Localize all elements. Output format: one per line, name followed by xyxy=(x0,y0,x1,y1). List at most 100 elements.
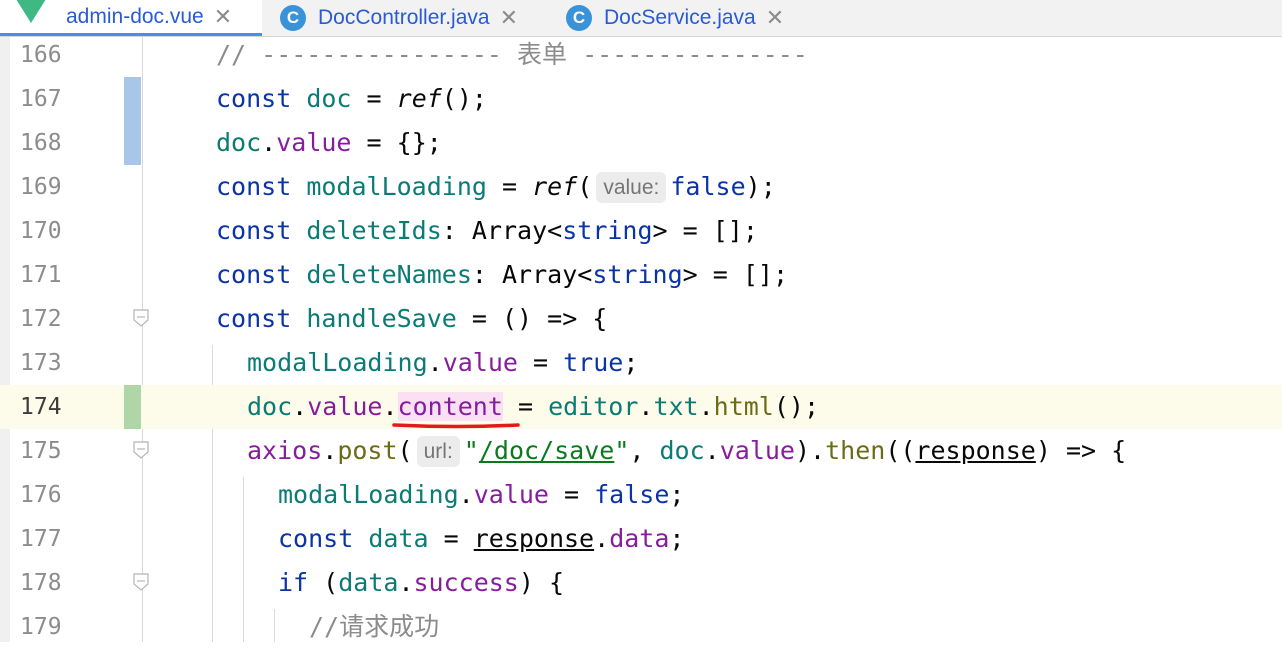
editor-tab-bar: admin-doc.vue ✕ C DocController.java ✕ C… xyxy=(0,0,1282,37)
parameter-hint: url: xyxy=(416,436,460,467)
function-name: ref xyxy=(532,172,578,201)
type-annotation: : Array< xyxy=(471,260,593,289)
fold-icon[interactable] xyxy=(133,573,149,591)
operator: = xyxy=(351,84,397,113)
punctuation: > = []; xyxy=(652,216,758,245)
keyword: false xyxy=(670,172,746,201)
code-editor[interactable]: 166 // ---------------- 表单 -------------… xyxy=(0,37,1282,642)
code-line-166[interactable]: 166 // ---------------- 表单 -------------… xyxy=(0,33,1282,77)
punctuation: . xyxy=(704,436,720,465)
punctuation: (); xyxy=(773,392,820,421)
keyword: const xyxy=(278,524,354,553)
property: value xyxy=(442,348,518,377)
tab-docservice-java[interactable]: C DocService.java ✕ xyxy=(566,0,816,36)
code-line-167[interactable]: 167 const doc = ref(); xyxy=(0,77,1282,121)
code-text: const deleteNames: Array<string> = []; xyxy=(216,253,788,297)
punctuation: ( xyxy=(577,172,593,201)
close-icon[interactable]: ✕ xyxy=(214,4,232,30)
code-line-175[interactable]: 175 axios.post(url: "/doc/save", doc.valu… xyxy=(0,429,1282,473)
punctuation: = () => { xyxy=(456,304,608,333)
line-number: 171 xyxy=(20,262,62,288)
type-keyword: string xyxy=(562,216,653,245)
punctuation: ; xyxy=(669,524,685,553)
identifier: doc xyxy=(247,392,293,421)
identifier: doc xyxy=(659,436,705,465)
code-text: const modalLoading = ref(value: false); xyxy=(216,165,776,209)
code-line-176[interactable]: 176 modalLoading.value = false; xyxy=(0,473,1282,517)
punctuation: ); xyxy=(745,172,776,201)
vue-file-icon xyxy=(16,0,46,23)
code-line-179[interactable]: 179 //请求成功 xyxy=(0,605,1282,649)
modified-line-marker xyxy=(124,121,141,165)
punctuation: > = []; xyxy=(682,260,788,289)
keyword: const xyxy=(216,172,292,201)
close-icon[interactable]: ✕ xyxy=(500,5,518,31)
unresolved-property[interactable]: content xyxy=(397,392,503,421)
modified-line-marker xyxy=(124,77,141,121)
code-text: const doc = ref(); xyxy=(216,77,487,121)
operator: = xyxy=(517,348,564,377)
type-keyword: string xyxy=(592,260,683,289)
code-line-168[interactable]: 168 doc.value = {}; xyxy=(0,121,1282,165)
punctuation: ). xyxy=(794,436,826,465)
code-line-169[interactable]: 169 const modalLoading = ref(value: false… xyxy=(0,165,1282,209)
class-icon: C xyxy=(280,5,306,31)
punctuation: . xyxy=(427,348,443,377)
identifier: deleteNames xyxy=(306,260,472,289)
code-line-170[interactable]: 170 const deleteIds: Array<string> = []; xyxy=(0,209,1282,253)
line-number: 177 xyxy=(20,526,62,552)
parameter-hint: value: xyxy=(596,172,667,203)
property: value xyxy=(276,128,352,157)
property: data xyxy=(609,524,670,553)
property: value xyxy=(473,480,549,509)
line-number: 167 xyxy=(20,86,62,112)
comment: // ---------------- 表单 --------------- xyxy=(216,40,808,69)
line-number: 166 xyxy=(20,42,62,68)
punctuation: . xyxy=(261,128,277,157)
operator: = xyxy=(428,524,474,553)
line-number: 176 xyxy=(20,482,62,508)
fold-icon[interactable] xyxy=(133,309,149,327)
tab-doccontroller-java[interactable]: C DocController.java ✕ xyxy=(280,0,548,36)
code-text: doc.value.content = editor.txt.html(); xyxy=(247,385,819,429)
close-icon[interactable]: ✕ xyxy=(766,5,784,31)
tab-admin-doc-vue[interactable]: admin-doc.vue ✕ xyxy=(0,0,262,36)
code-line-171[interactable]: 171 const deleteNames: Array<string> = [… xyxy=(0,253,1282,297)
code-line-177[interactable]: 177 const data = response.data; xyxy=(0,517,1282,561)
punctuation: . xyxy=(292,392,308,421)
identifier: deleteIds xyxy=(306,216,442,245)
identifier: modalLoading xyxy=(278,480,459,509)
property: value xyxy=(307,392,383,421)
function-name: html xyxy=(713,392,774,421)
error-underline-icon xyxy=(392,423,520,429)
function-name: ref xyxy=(396,84,442,113)
added-line-marker xyxy=(124,385,141,429)
code-line-172[interactable]: 172 const handleSave = () => { xyxy=(0,297,1282,341)
punctuation: (( xyxy=(885,436,916,465)
identifier: response xyxy=(473,524,595,553)
punctuation: ( xyxy=(308,568,339,597)
punctuation: ) { xyxy=(518,568,565,597)
line-number: 169 xyxy=(20,174,62,200)
string-literal[interactable]: /doc/save xyxy=(479,436,614,465)
punctuation: . xyxy=(698,392,714,421)
code-text: const deleteIds: Array<string> = []; xyxy=(216,209,758,253)
code-line-173[interactable]: 173 modalLoading.value = true; xyxy=(0,341,1282,385)
property: txt xyxy=(653,392,699,421)
punctuation: . xyxy=(458,480,474,509)
line-number: 174 xyxy=(20,394,62,420)
property: success xyxy=(413,568,519,597)
punctuation: ( xyxy=(397,436,413,465)
line-number: 175 xyxy=(20,438,62,464)
line-number: 179 xyxy=(20,614,62,640)
class-icon: C xyxy=(566,5,592,31)
identifier: data xyxy=(338,568,399,597)
code-text: if (data.success) { xyxy=(278,561,564,605)
code-line-174[interactable]: 174 doc.value.content = editor.txt.html(… xyxy=(0,385,1282,429)
operator: = xyxy=(548,480,595,509)
identifier: data xyxy=(368,524,429,553)
fold-icon[interactable] xyxy=(133,441,149,459)
property: value xyxy=(719,436,795,465)
line-number: 168 xyxy=(20,130,62,156)
code-line-178[interactable]: 178 if (data.success) { xyxy=(0,561,1282,605)
